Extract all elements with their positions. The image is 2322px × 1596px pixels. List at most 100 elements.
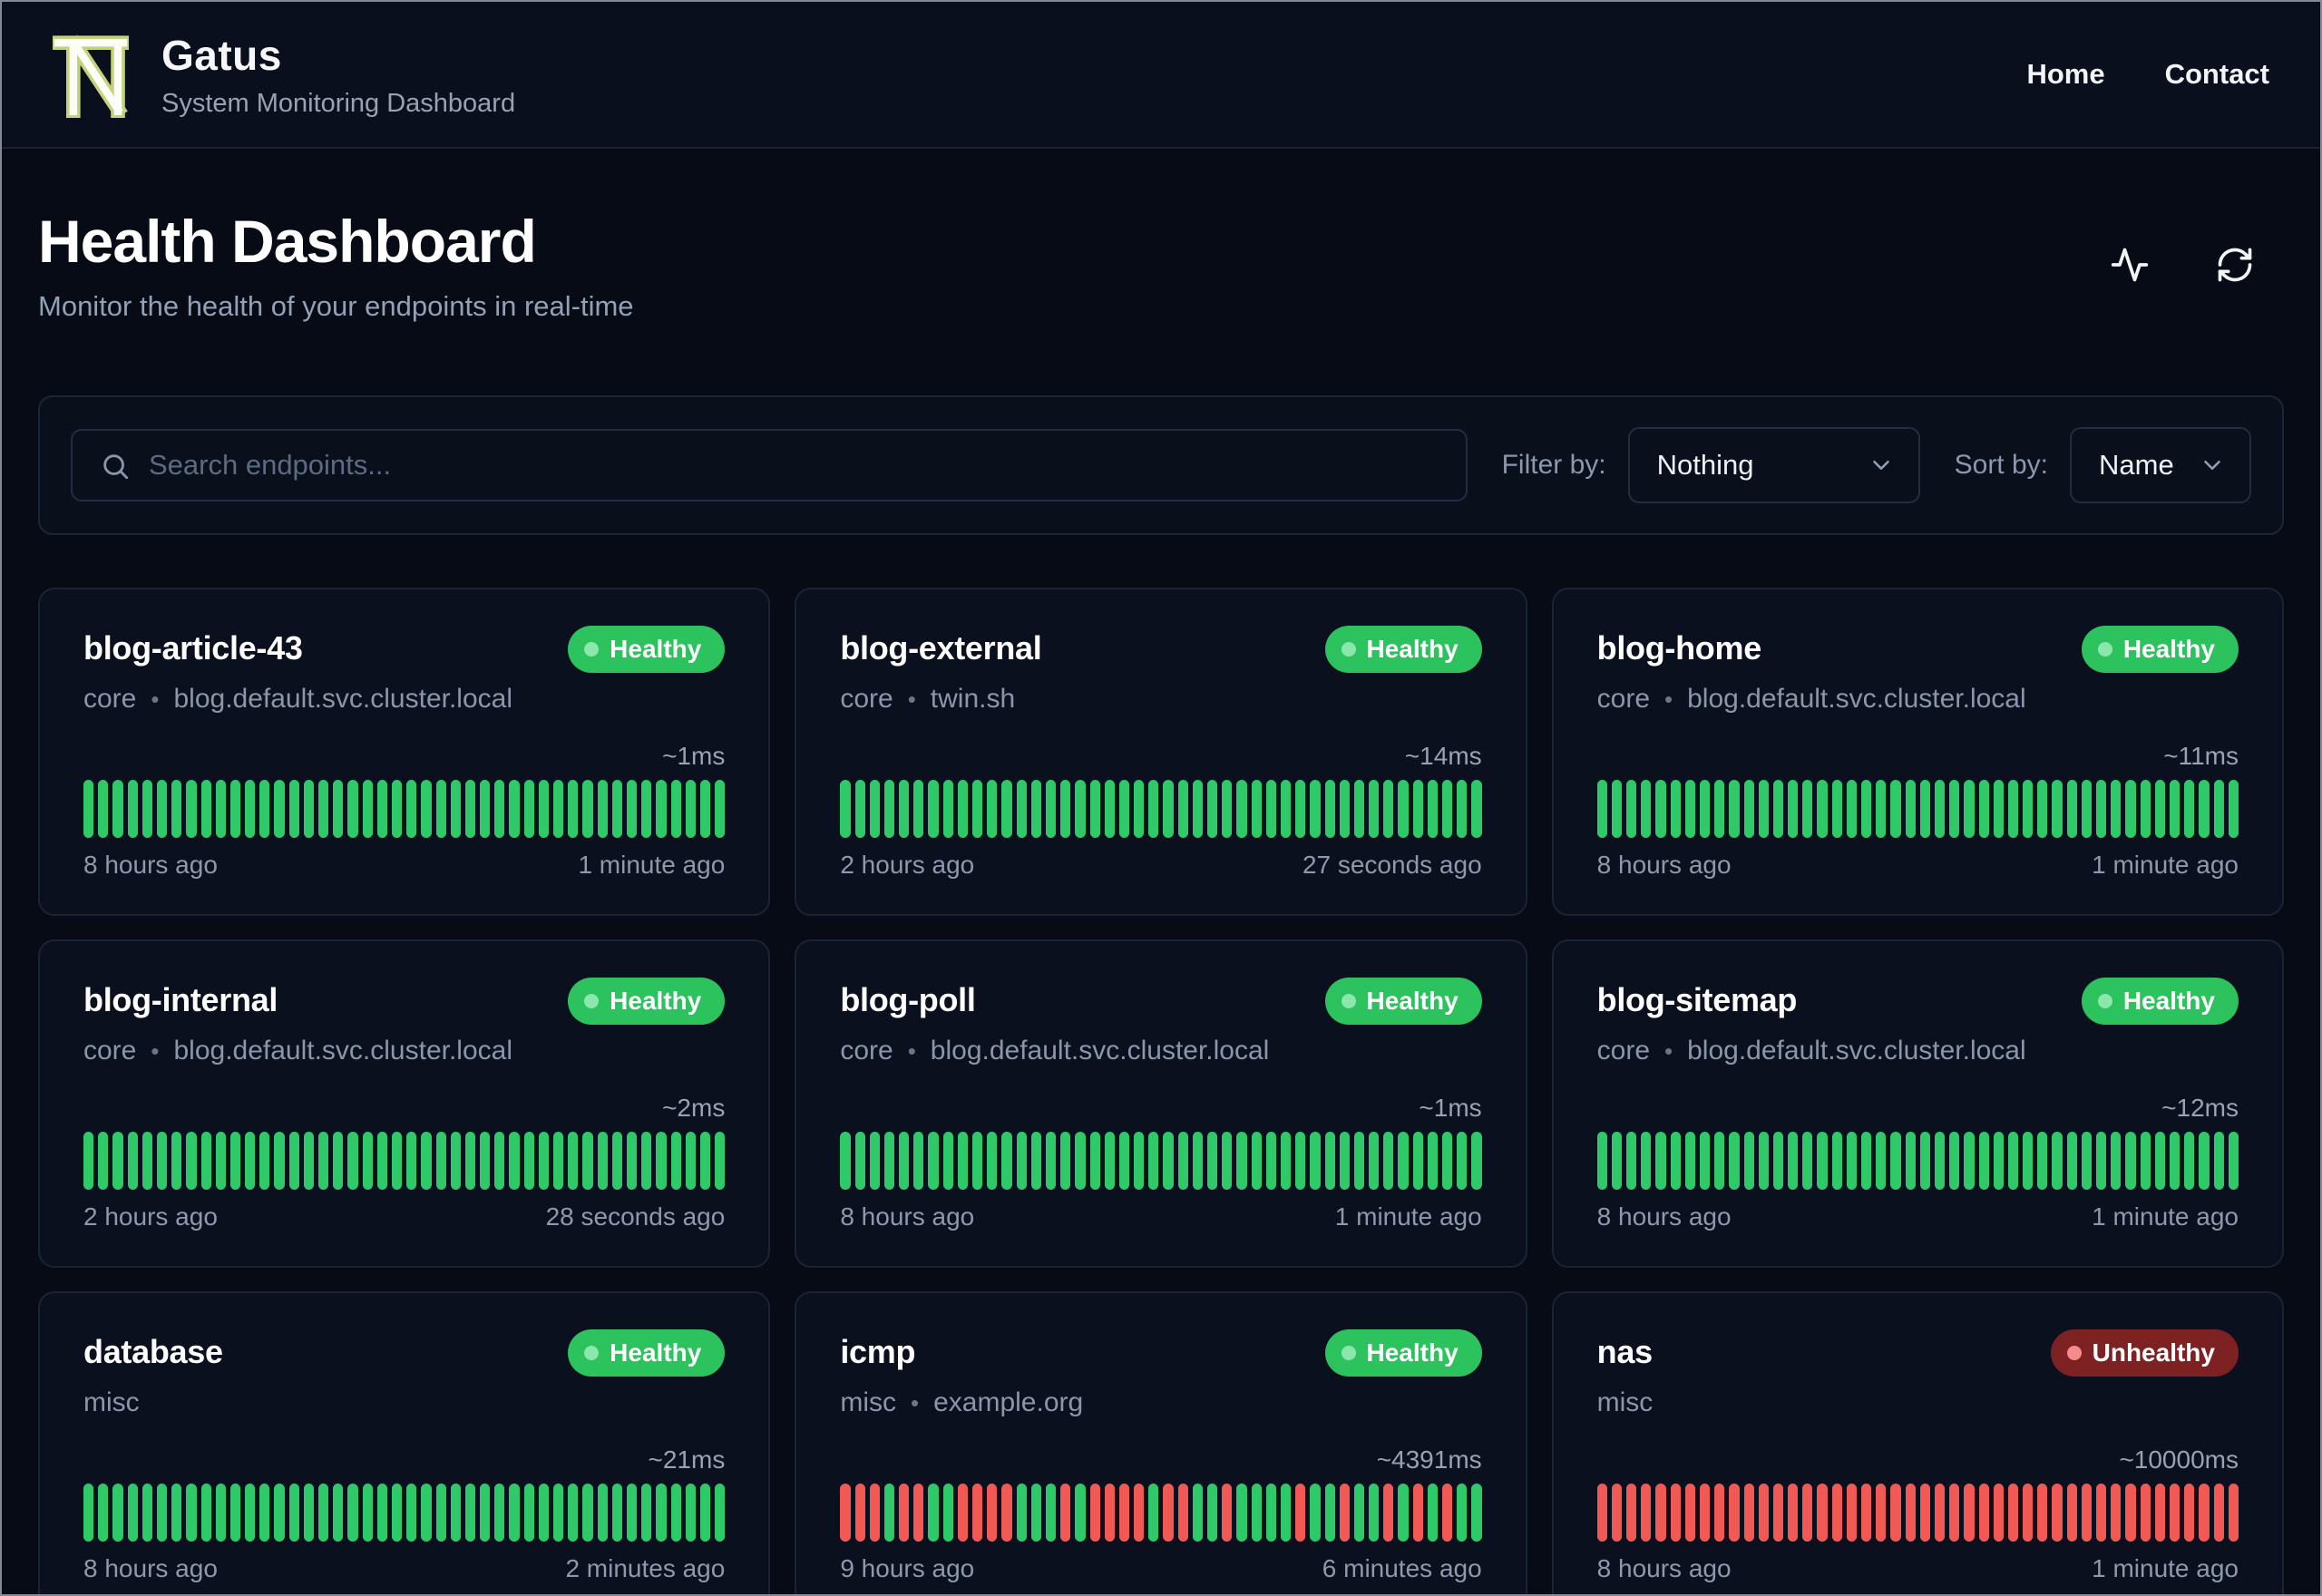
uptime-bar[interactable] <box>1699 1484 1711 1542</box>
uptime-bar[interactable] <box>494 1132 505 1190</box>
uptime-bar[interactable] <box>1846 780 1858 838</box>
uptime-bar[interactable] <box>376 1132 387 1190</box>
uptime-bar[interactable] <box>480 1484 491 1542</box>
uptime-bar[interactable] <box>2023 1132 2034 1190</box>
uptime-bar[interactable] <box>1817 1132 1828 1190</box>
uptime-bar[interactable] <box>2111 780 2122 838</box>
uptime-bar[interactable] <box>1045 1132 1057 1190</box>
uptime-bar[interactable] <box>200 1132 211 1190</box>
uptime-bar[interactable] <box>1964 780 1975 838</box>
uptime-bar[interactable] <box>568 1484 579 1542</box>
uptime-bar[interactable] <box>318 780 329 838</box>
uptime-bar[interactable] <box>1641 1132 1652 1190</box>
uptime-bar[interactable] <box>1758 1132 1769 1190</box>
uptime-bar[interactable] <box>2125 1132 2136 1190</box>
uptime-bar[interactable] <box>1890 1132 1901 1190</box>
uptime-bar[interactable] <box>1177 780 1188 838</box>
endpoint-card[interactable]: database Healthy misc ~21ms 8 hours ago … <box>38 1291 771 1594</box>
uptime-bar[interactable] <box>347 1132 358 1190</box>
uptime-bar[interactable] <box>303 1484 314 1542</box>
uptime-bar[interactable] <box>229 1484 241 1542</box>
uptime-bar[interactable] <box>1236 1132 1247 1190</box>
uptime-bar[interactable] <box>1251 780 1262 838</box>
uptime-bar[interactable] <box>303 780 314 838</box>
uptime-bar[interactable] <box>274 1132 285 1190</box>
uptime-bar[interactable] <box>1265 1132 1276 1190</box>
uptime-bar[interactable] <box>333 1132 344 1190</box>
nav-link-contact[interactable]: Contact <box>2165 58 2269 91</box>
uptime-bar[interactable] <box>854 1132 865 1190</box>
uptime-bar[interactable] <box>523 1132 534 1190</box>
uptime-bar[interactable] <box>972 1484 983 1542</box>
uptime-bar[interactable] <box>2066 1132 2077 1190</box>
uptime-bar[interactable] <box>1817 780 1828 838</box>
uptime-bar[interactable] <box>641 1132 652 1190</box>
uptime-bar[interactable] <box>1369 1484 1380 1542</box>
uptime-bar[interactable] <box>171 1132 182 1190</box>
uptime-bar[interactable] <box>1758 780 1769 838</box>
brand[interactable]: Gatus System Monitoring Dashboard <box>53 31 515 119</box>
uptime-bar[interactable] <box>1919 1484 1930 1542</box>
uptime-bar[interactable] <box>656 780 667 838</box>
uptime-bar[interactable] <box>83 780 94 838</box>
uptime-bar[interactable] <box>2023 780 2034 838</box>
uptime-bar[interactable] <box>611 780 622 838</box>
uptime-bar[interactable] <box>1016 1132 1027 1190</box>
uptime-bar[interactable] <box>1383 780 1394 838</box>
uptime-bar[interactable] <box>127 1132 138 1190</box>
uptime-bar[interactable] <box>1104 1132 1115 1190</box>
uptime-bar[interactable] <box>840 1484 851 1542</box>
uptime-bar[interactable] <box>942 1132 953 1190</box>
uptime-bar[interactable] <box>685 780 696 838</box>
uptime-bar[interactable] <box>538 780 549 838</box>
uptime-bar[interactable] <box>1353 1132 1365 1190</box>
uptime-bar[interactable] <box>1596 780 1607 838</box>
uptime-bar[interactable] <box>112 1132 123 1190</box>
uptime-bar[interactable] <box>1398 1132 1409 1190</box>
uptime-bar[interactable] <box>1714 1484 1725 1542</box>
uptime-bar[interactable] <box>1310 1484 1321 1542</box>
uptime-bar[interactable] <box>376 1484 387 1542</box>
uptime-bar[interactable] <box>464 1132 476 1190</box>
uptime-bar[interactable] <box>1876 780 1887 838</box>
uptime-bar[interactable] <box>1993 780 2004 838</box>
uptime-bar[interactable] <box>245 780 256 838</box>
uptime-bar[interactable] <box>2007 1132 2019 1190</box>
uptime-bar[interactable] <box>1030 780 1041 838</box>
uptime-bar[interactable] <box>1890 1484 1901 1542</box>
uptime-bar[interactable] <box>435 1484 446 1542</box>
uptime-bar[interactable] <box>1134 1132 1145 1190</box>
uptime-bar[interactable] <box>883 1484 895 1542</box>
uptime-bar[interactable] <box>288 1484 299 1542</box>
uptime-bar[interactable] <box>450 1484 461 1542</box>
uptime-bar[interactable] <box>83 1484 94 1542</box>
uptime-bar[interactable] <box>171 780 182 838</box>
uptime-bar[interactable] <box>215 780 226 838</box>
uptime-bar[interactable] <box>1075 1484 1086 1542</box>
uptime-bar[interactable] <box>1626 1132 1637 1190</box>
uptime-bar[interactable] <box>1905 780 1916 838</box>
uptime-bar[interactable] <box>391 780 403 838</box>
uptime-bar[interactable] <box>1457 1484 1468 1542</box>
uptime-bar[interactable] <box>98 780 109 838</box>
uptime-bar[interactable] <box>156 780 168 838</box>
uptime-bar[interactable] <box>1104 1484 1115 1542</box>
uptime-bar[interactable] <box>2037 1484 2048 1542</box>
uptime-bar[interactable] <box>1265 1484 1276 1542</box>
uptime-bar[interactable] <box>899 1132 910 1190</box>
uptime-bar[interactable] <box>685 1132 696 1190</box>
uptime-bar[interactable] <box>186 1484 197 1542</box>
uptime-bar[interactable] <box>2023 1484 2034 1542</box>
uptime-bar[interactable] <box>1118 1484 1130 1542</box>
uptime-bar[interactable] <box>2199 1132 2210 1190</box>
uptime-bar[interactable] <box>1861 1484 1872 1542</box>
uptime-bar[interactable] <box>2037 780 2048 838</box>
uptime-bar[interactable] <box>1192 780 1204 838</box>
uptime-bar[interactable] <box>229 1132 241 1190</box>
uptime-bar[interactable] <box>928 780 939 838</box>
uptime-bar[interactable] <box>553 1484 564 1542</box>
uptime-bar[interactable] <box>1626 780 1637 838</box>
uptime-bar[interactable] <box>1427 1132 1439 1190</box>
uptime-bar[interactable] <box>1236 1484 1247 1542</box>
uptime-bar[interactable] <box>2184 780 2195 838</box>
